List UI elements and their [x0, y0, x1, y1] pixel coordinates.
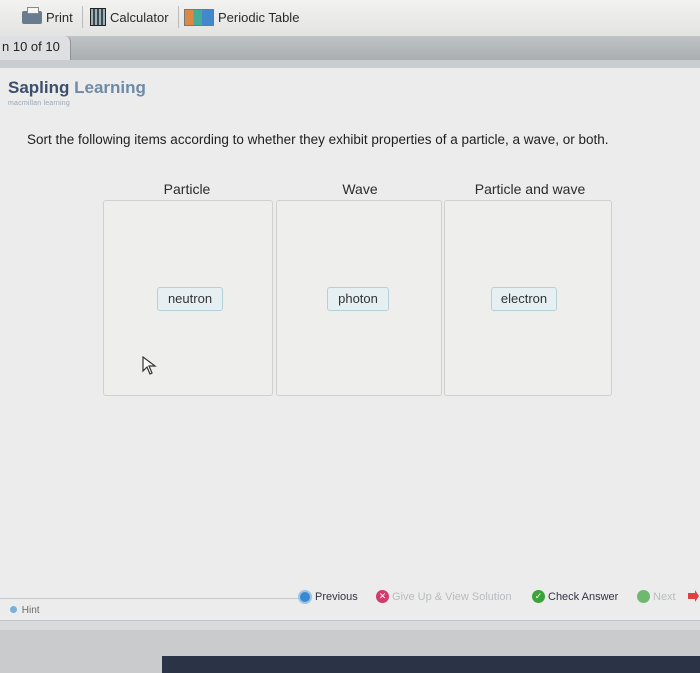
arrow-icon — [688, 590, 699, 602]
next-button[interactable]: Next — [637, 590, 676, 603]
brand-name-1: Sapling — [8, 78, 70, 97]
tool-toolbar: Print Calculator Periodic Table — [0, 0, 700, 37]
next-icon — [637, 590, 650, 603]
check-answer-button[interactable]: ✓ Check Answer — [532, 590, 618, 603]
chip-neutron[interactable]: neutron — [157, 287, 223, 311]
mouse-cursor-icon — [142, 356, 157, 375]
taskbar — [0, 630, 700, 673]
calculator-label: Calculator — [110, 9, 169, 25]
print-button[interactable]: Print — [22, 6, 73, 26]
previous-icon — [298, 590, 312, 604]
previous-label: Previous — [315, 591, 358, 603]
question-bar: n 10 of 10 — [0, 36, 700, 60]
divider — [0, 598, 310, 599]
brand-name-2: Learning — [74, 78, 146, 97]
give-up-label: Give Up & View Solution — [392, 590, 512, 603]
brand-logo: Sapling Learning — [8, 78, 146, 98]
periodic-table-icon — [184, 8, 214, 26]
question-panel: Sapling Learning macmillan learning Sort… — [0, 68, 700, 623]
print-label: Print — [46, 9, 73, 25]
heading-wave: Wave — [342, 181, 378, 197]
taskbar-bar — [162, 656, 700, 673]
hint-label: Hint — [21, 605, 40, 616]
calculator-icon — [90, 8, 106, 26]
question-tab[interactable]: n 10 of 10 — [0, 36, 71, 60]
give-up-icon: ✕ — [376, 590, 389, 603]
periodic-table-button[interactable]: Periodic Table — [184, 8, 299, 26]
brand-subtitle: macmillan learning — [8, 100, 70, 107]
question-counter: n 10 of 10 — [2, 39, 60, 54]
question-instruction: Sort the following items according to wh… — [27, 132, 609, 147]
chip-electron[interactable]: electron — [491, 287, 557, 311]
printer-icon — [22, 6, 42, 24]
hint-link[interactable]: Hint — [10, 605, 40, 616]
check-icon: ✓ — [532, 590, 545, 603]
calculator-button[interactable]: Calculator — [90, 8, 169, 26]
give-up-button[interactable]: ✕ Give Up & View Solution — [376, 590, 512, 603]
heading-particle: Particle — [163, 181, 211, 197]
heading-particle-and-wave: Particle and wave — [474, 181, 586, 197]
check-answer-label: Check Answer — [548, 590, 619, 603]
periodic-table-label: Periodic Table — [218, 9, 300, 25]
separator-strip — [0, 60, 700, 68]
hint-icon — [10, 606, 17, 613]
previous-button[interactable]: Previous — [298, 590, 358, 604]
chip-photon[interactable]: photon — [327, 287, 389, 311]
next-label: Next — [653, 590, 676, 603]
